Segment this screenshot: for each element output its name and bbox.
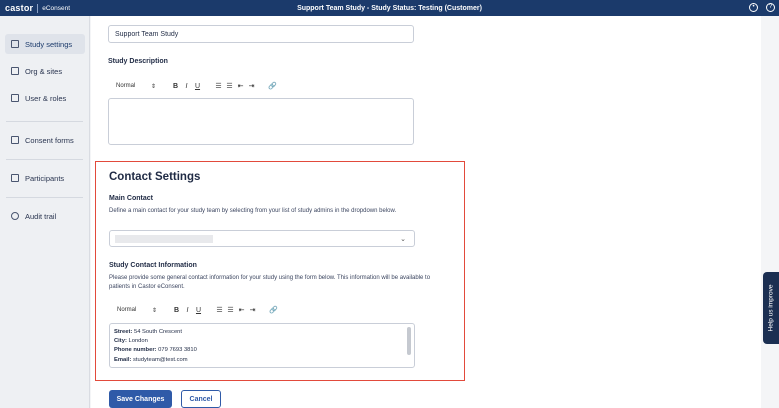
ordered-list-icon[interactable]: ☰ bbox=[213, 82, 224, 90]
save-changes-button[interactable]: Save Changes bbox=[109, 390, 172, 408]
updown-icon: ⇕ bbox=[150, 83, 156, 90]
history-icon bbox=[11, 212, 19, 220]
sidebar: Study settings Org & sites User & roles … bbox=[0, 16, 90, 408]
ordered-list-icon[interactable]: ☰ bbox=[214, 306, 225, 314]
outdent-icon[interactable]: ⇤ bbox=[236, 306, 247, 314]
study-description-label: Study Description bbox=[108, 58, 168, 65]
study-contact-info-label: Study Contact Information bbox=[109, 262, 197, 269]
address-line: Street: 54 South Crescent bbox=[114, 329, 183, 335]
study-name-input[interactable]: Support Team Study bbox=[108, 25, 414, 43]
castor-logo: castor bbox=[5, 3, 34, 13]
link-icon[interactable]: 🔗 bbox=[267, 82, 278, 90]
sidebar-item-label: Study settings bbox=[25, 39, 73, 49]
sidebar-item-participants[interactable]: Participants bbox=[5, 168, 85, 188]
document-icon bbox=[11, 136, 19, 144]
sidebar-item-user-roles[interactable]: User & roles bbox=[5, 88, 85, 108]
contact-editor-toolbar: Normal ⇕ B I U ☰ ☰ ⇤ ⇥ 🔗 bbox=[109, 304, 279, 316]
sidebar-divider bbox=[6, 159, 83, 160]
contact-settings-title: Contact Settings bbox=[109, 171, 201, 183]
indent-icon[interactable]: ⇥ bbox=[246, 82, 257, 90]
underline-button[interactable]: U bbox=[193, 307, 204, 314]
address-line: Email: studyteam@test.com bbox=[114, 356, 188, 363]
sidebar-item-label: Org & sites bbox=[25, 66, 63, 76]
help-us-improve-tab[interactable]: Help us improve bbox=[763, 272, 779, 344]
address-line: Phone number: 079 7693 3810 bbox=[114, 347, 197, 354]
bullet-list-icon[interactable]: ☰ bbox=[224, 82, 235, 90]
main-content: Support Team Study Study Description Nor… bbox=[91, 16, 761, 408]
sidebar-item-label: User & roles bbox=[25, 93, 67, 103]
product-name: eConsent bbox=[42, 4, 71, 12]
format-select[interactable]: Normal ⇕ bbox=[108, 83, 160, 90]
italic-button[interactable]: I bbox=[182, 307, 193, 314]
study-description-editor[interactable] bbox=[108, 98, 414, 145]
bold-button[interactable]: B bbox=[170, 83, 181, 90]
cancel-button[interactable]: Cancel bbox=[181, 390, 221, 408]
sidebar-item-study-settings[interactable]: Study settings bbox=[5, 34, 85, 54]
contact-settings-section: Contact Settings Main Contact Define a m… bbox=[95, 161, 465, 381]
outdent-icon[interactable]: ⇤ bbox=[235, 82, 246, 90]
bold-button[interactable]: B bbox=[171, 307, 182, 314]
address-line: City: London bbox=[114, 338, 148, 345]
sidebar-item-org-sites[interactable]: Org & sites bbox=[5, 61, 85, 81]
study-contact-info-help: Please provide some general contact info… bbox=[109, 275, 431, 290]
users-icon bbox=[11, 94, 19, 102]
sidebar-item-label: Audit trail bbox=[25, 211, 57, 221]
bullet-list-icon[interactable]: ☰ bbox=[225, 306, 236, 314]
study-name-value: Support Team Study bbox=[115, 31, 179, 38]
right-gutter bbox=[761, 16, 779, 408]
building-icon bbox=[11, 67, 19, 75]
main-contact-select[interactable]: ⌄ bbox=[109, 230, 415, 247]
updown-icon: ⇕ bbox=[151, 307, 157, 314]
sidebar-item-consent-forms[interactable]: Consent forms bbox=[5, 130, 85, 150]
main-contact-label: Main Contact bbox=[109, 195, 153, 202]
format-select[interactable]: Normal ⇕ bbox=[109, 307, 161, 314]
sidebar-item-label: Consent forms bbox=[25, 135, 74, 145]
brand-divider bbox=[37, 3, 39, 13]
top-bar: castor eConsent Support Team Study - Stu… bbox=[0, 0, 779, 16]
study-settings-icon bbox=[11, 40, 19, 48]
sidebar-divider bbox=[6, 121, 83, 122]
underline-button[interactable]: U bbox=[192, 83, 203, 90]
help-icon[interactable]: ? bbox=[766, 3, 775, 12]
top-icons: • ? bbox=[749, 3, 775, 12]
sidebar-item-audit-trail[interactable]: Audit trail bbox=[5, 206, 85, 226]
main-contact-help: Define a main contact for your study tea… bbox=[109, 208, 397, 214]
indent-icon[interactable]: ⇥ bbox=[247, 306, 258, 314]
sidebar-divider bbox=[6, 197, 83, 198]
main-contact-value bbox=[115, 235, 213, 243]
page-title: Support Team Study - Study Status: Testi… bbox=[297, 4, 482, 12]
participants-icon bbox=[11, 174, 19, 182]
contact-info-editor[interactable]: Street: 54 South Crescent City: London P… bbox=[109, 323, 415, 368]
sidebar-item-label: Participants bbox=[25, 173, 65, 183]
account-icon[interactable]: • bbox=[749, 3, 758, 12]
italic-button[interactable]: I bbox=[181, 83, 192, 90]
link-icon[interactable]: 🔗 bbox=[268, 306, 279, 314]
brand[interactable]: castor eConsent bbox=[0, 3, 70, 13]
editor-scrollbar[interactable] bbox=[407, 327, 411, 355]
help-tab-label: Help us improve bbox=[767, 284, 775, 332]
chevron-down-icon: ⌄ bbox=[400, 236, 406, 243]
description-editor-toolbar: Normal ⇕ B I U ☰ ☰ ⇤ ⇥ 🔗 bbox=[108, 80, 278, 92]
